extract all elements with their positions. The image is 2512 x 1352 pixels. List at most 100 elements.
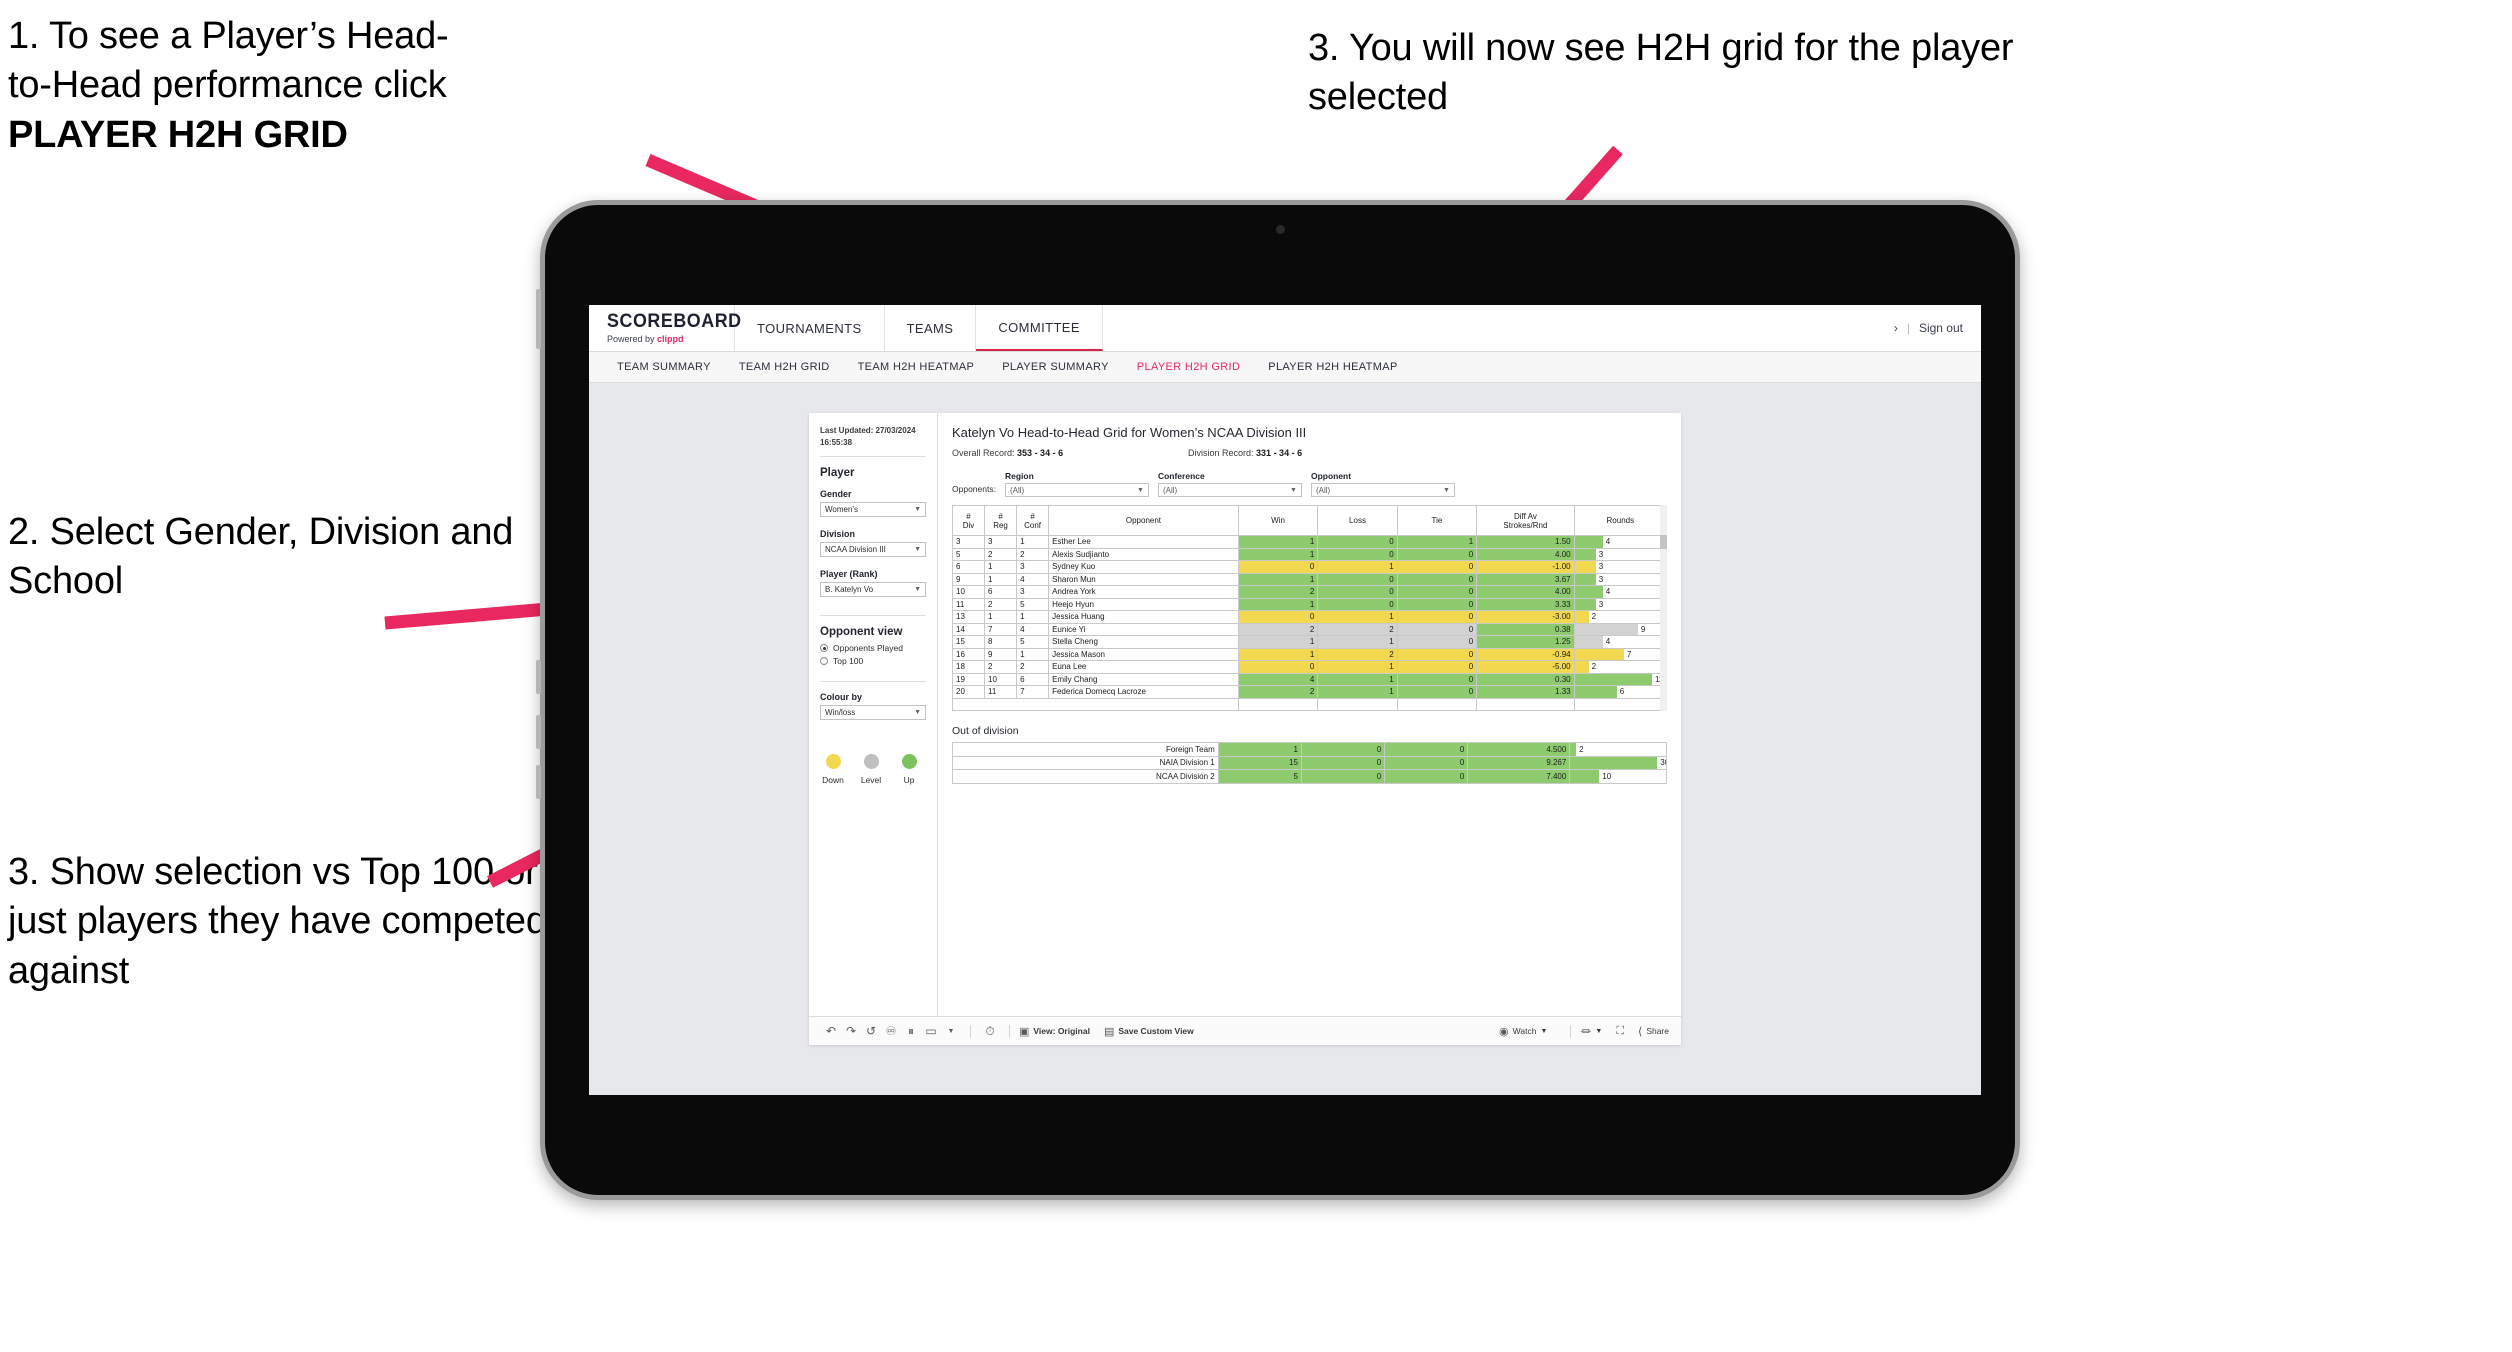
cell-reg: 3 (984, 535, 1018, 549)
player-rank-select[interactable]: B. Katelyn Vo ▼ (820, 582, 926, 598)
subnav-item-team-h2h-heatmap[interactable]: TEAM H2H HEATMAP (844, 361, 989, 373)
share-button[interactable]: ⟨ Share (1638, 1025, 1669, 1038)
conference-select[interactable]: (All) ▼ (1157, 483, 1302, 497)
cell-rounds: 7 (1573, 647, 1668, 661)
cell-rounds: 9 (1573, 622, 1668, 636)
rounds-bar (1575, 561, 1596, 573)
share-icon: ⟨ (1638, 1025, 1643, 1038)
radio-top-100[interactable]: Top 100 (820, 656, 926, 666)
gender-select[interactable]: Women’s ▼ (820, 502, 926, 518)
legend-dot-down-icon (825, 754, 841, 770)
region-select[interactable]: (All) ▼ (1004, 483, 1149, 497)
cell-diff: 0.30 (1476, 672, 1575, 686)
cell-tie: 0 (1396, 572, 1478, 586)
rounds-value: 3 (1598, 562, 1604, 572)
legend-dot-up-icon (901, 754, 917, 770)
brand-logo[interactable]: SCOREBOARD Powered by clippd (589, 305, 741, 351)
cell-conf: 3 (1016, 585, 1050, 599)
table-row[interactable]: 3 3 1 Esther Lee 1 0 1 1.50 4 (951, 535, 1668, 549)
rounds-bar (1575, 673, 1652, 685)
table-row[interactable]: 6 1 3 Sydney Kuo 0 1 0 -1.00 3 (951, 560, 1668, 574)
cell-tie: 0 (1396, 585, 1478, 599)
table-row[interactable]: 14 7 4 Eunice Yi 2 2 0 0.38 9 (951, 622, 1668, 636)
caret-icon[interactable]: ▼ (941, 1028, 961, 1035)
radio-top-100-label: Top 100 (833, 656, 864, 667)
cell-rounds: 4 (1573, 585, 1668, 599)
nav-item-teams[interactable]: TEAMS (885, 305, 977, 351)
fullscreen-button[interactable]: ⛶ (1616, 1025, 1624, 1038)
cell-loss: 1 (1317, 635, 1398, 649)
cell-loss: 1 (1317, 610, 1398, 624)
pause-icon[interactable]: ⏸ (901, 1024, 921, 1039)
table-row[interactable]: 19106Emily Chang4100.3011 (951, 672, 1668, 686)
redo-icon[interactable]: ↷ (841, 1024, 861, 1038)
table-row[interactable]: 20 11 7 Federica Domecq Lacroze 2 1 0 1.33 6 (951, 685, 1668, 699)
table-row[interactable]: Foreign Team 1 0 0 4.500 2 (952, 742, 1667, 757)
gender-select-value: Women’s (825, 505, 859, 515)
table-row[interactable]: 18 2 2 Euna Lee 0 1 0 -5.00 2 (951, 660, 1668, 674)
chevron-down-icon: ▼ (1290, 486, 1297, 494)
colour-by-select[interactable]: Win/loss ▼ (820, 705, 926, 721)
cell-reg: 8 (984, 635, 1018, 649)
undo-icon[interactable]: ↶ (821, 1024, 841, 1038)
table-row[interactable]: 13 1 1 Jessica Huang 0 1 0 -3.00 2 (951, 610, 1668, 624)
cell-group-name: Foreign Team (952, 742, 1219, 757)
rounds-value: 6 (1619, 687, 1625, 697)
table-row[interactable]: 9 1 4 Sharon Mun 1 0 0 3.67 3 (951, 572, 1668, 586)
cell-div: 11 (951, 597, 986, 611)
cell-win: 1 (1217, 742, 1302, 757)
conference-select-value: (All) (1162, 485, 1178, 495)
grid-scrollbar-thumb[interactable] (1660, 535, 1667, 549)
table-row[interactable]: 16 9 1 Jessica Mason 1 2 0 -0.94 7 (951, 647, 1668, 661)
filter-player-rank-group: Player (Rank) B. Katelyn Vo ▼ (820, 569, 926, 598)
cell-win: 1 (1237, 635, 1319, 649)
opponent-filter-opponent: Opponent (All) ▼ (1310, 471, 1455, 497)
view-original-label: View: Original (1033, 1026, 1090, 1036)
opponent-select[interactable]: (All) ▼ (1310, 483, 1455, 497)
table-row[interactable]: NAIA Division 115009.26730 (952, 755, 1667, 770)
filter-gender-group: Gender Women’s ▼ (820, 489, 926, 518)
division-select[interactable]: NCAA Division III ▼ (820, 542, 926, 558)
view-original-button[interactable]: ▣ View: Original (1019, 1025, 1090, 1038)
revert-icon[interactable]: ↺ (861, 1024, 881, 1038)
filter-section-player-heading: Player (820, 467, 855, 480)
h2h-grid-table: # Div # Reg # Conf Opponent Win Loss Tie… (951, 505, 1668, 711)
cell-tie: 0 (1396, 685, 1478, 699)
sign-out-link[interactable]: Sign out (1919, 321, 1963, 335)
th-reg-l1: # (998, 511, 1003, 521)
nav-item-committee[interactable]: COMMITTEE (976, 305, 1103, 351)
table-row[interactable]: 5 2 2 Alexis Sudjianto 1 0 0 4.00 3 (951, 547, 1668, 561)
table-row[interactable]: 10 6 3 Andrea York 2 0 0 4.00 4 (951, 585, 1668, 599)
subnav-item-player-h2h-heatmap[interactable]: PLAYER H2H HEATMAP (1254, 361, 1411, 373)
table-row[interactable]: NCAA Division 2 5 0 0 7.400 10 (952, 769, 1667, 784)
download-button[interactable]: ⏛ ▼ (1580, 1023, 1602, 1039)
page-title: Katelyn Vo Head-to-Head Grid for Women’s… (952, 425, 1307, 440)
subnav-item-player-summary[interactable]: PLAYER SUMMARY (988, 361, 1123, 373)
cell-win: 1 (1237, 547, 1319, 561)
subnav-item-player-h2h-grid[interactable]: PLAYER H2H GRID (1123, 361, 1254, 373)
annotation-1-line2: to-Head performance click (8, 64, 447, 107)
out-of-division-table: Foreign Team 1 0 0 4.500 2 NAIA Division 1 15 0 0… (952, 742, 1667, 784)
refresh-icon[interactable]: ♾ (881, 1024, 901, 1038)
cell-loss: 0 (1300, 769, 1386, 784)
highlight-icon[interactable]: ▭ (921, 1024, 941, 1038)
overall-record-value: 353 - 34 - 6 (1017, 448, 1064, 458)
alert-icon[interactable]: ⏱ (980, 1024, 1000, 1039)
th-loss: Loss (1317, 505, 1398, 536)
watch-button[interactable]: ◉ Watch ▼ (1499, 1025, 1547, 1038)
filter-sidebar: Last Updated: 27/03/2024 16:55:38 Player… (809, 413, 938, 1016)
cell-opponent: Alexis Sudjianto (1048, 547, 1239, 561)
grid-scrollbar[interactable] (1660, 505, 1667, 711)
legend-label-up: Up (903, 775, 915, 786)
opponent-filter-row: Opponents: Region (All) ▼ Conference (Al… (952, 471, 1667, 497)
nav-item-tournaments[interactable]: TOURNAMENTS (735, 305, 885, 351)
save-custom-view-button[interactable]: ▤ Save Custom View (1104, 1025, 1194, 1038)
account-chevron-icon[interactable]: › (1894, 321, 1898, 335)
radio-opponents-played[interactable]: Opponents Played (820, 643, 926, 653)
table-row[interactable]: 15 8 5 Stella Cheng 1 1 0 1.25 4 (951, 635, 1668, 649)
subnav-item-team-summary[interactable]: TEAM SUMMARY (603, 361, 725, 373)
cell-diff: 1.25 (1476, 635, 1575, 649)
chevron-down-icon: ▼ (1137, 486, 1144, 494)
table-row[interactable]: 11 2 5 Heejo Hyun 1 0 0 3.33 3 (951, 597, 1668, 611)
subnav-item-team-h2h-grid[interactable]: TEAM H2H GRID (725, 361, 844, 373)
